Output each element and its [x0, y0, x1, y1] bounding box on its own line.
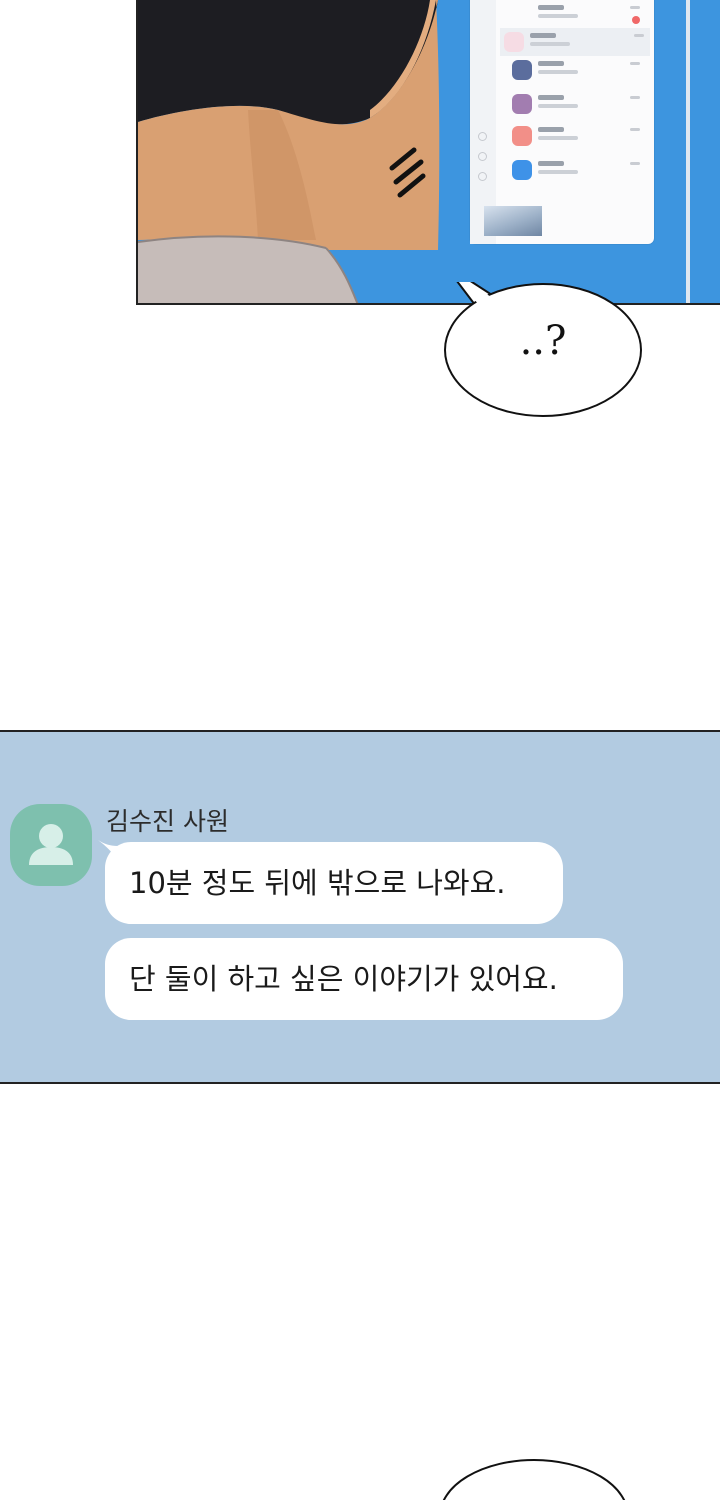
notification-icon: [478, 152, 487, 161]
chat-tab-icon: [478, 132, 487, 141]
speech-bubble-partial: [442, 1459, 626, 1500]
avatar: [10, 804, 92, 886]
chat-avatar: [512, 94, 532, 114]
comic-panel-top: [136, 0, 720, 305]
person-icon: [29, 824, 73, 865]
sender-name: 김수진 사원: [106, 807, 229, 836]
chat-row: [500, 28, 650, 56]
chat-row: [508, 0, 646, 28]
monitor-bezel: [686, 0, 690, 303]
message-bubble: 단 둘이 하고 싶은 이야기가 있어요.: [105, 938, 623, 1020]
message-bubble: 10분 정도 뒤에 밖으로 나와요.: [105, 842, 563, 924]
chat-avatar: [512, 60, 532, 80]
chat-avatar: [504, 32, 524, 52]
chat-row: [508, 122, 646, 150]
chat-avatar: [512, 126, 532, 146]
chat-row: [508, 90, 646, 118]
speech-bubble-text: ..?: [519, 318, 567, 364]
chat-row: [508, 56, 646, 84]
message-panel: 김수진 사원 10분 정도 뒤에 밖으로 나와요. 단 둘이 하고 싶은 이야기…: [0, 730, 720, 1084]
settings-icon: [478, 172, 487, 181]
image-thumbnail: [484, 206, 542, 236]
unread-badge: [632, 16, 640, 24]
messenger-window: [470, 0, 654, 244]
chat-row: [508, 156, 646, 184]
chat-avatar: [512, 160, 532, 180]
